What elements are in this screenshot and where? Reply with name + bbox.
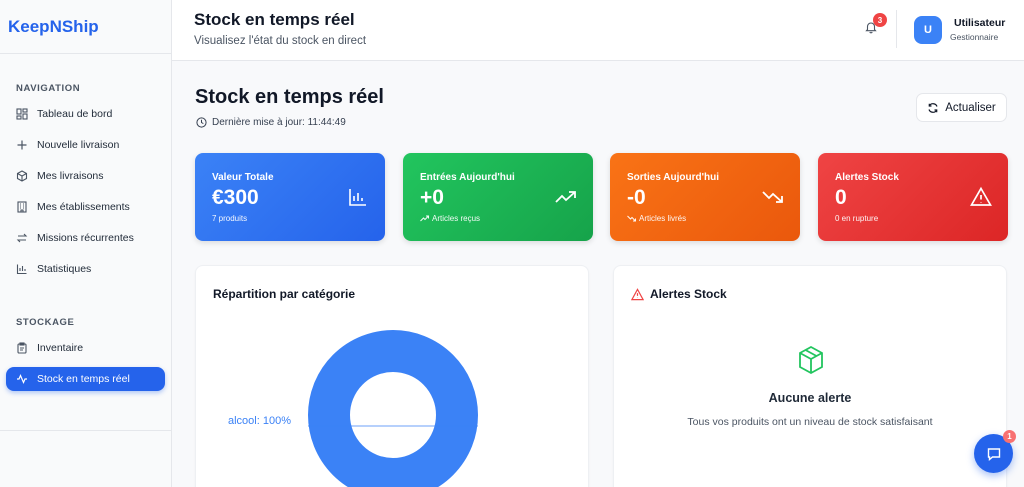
package-icon	[795, 344, 827, 376]
notification-badge: 3	[873, 13, 887, 27]
stat-card-alerts: Alertes Stock 0 0 en rupture	[818, 153, 1008, 241]
refresh-label: Actualiser	[945, 101, 996, 114]
avatar[interactable]: U	[914, 16, 942, 44]
card-sub-text: Articles livrés	[639, 214, 687, 223]
sidebar-item-inventory[interactable]: Inventaire	[6, 336, 165, 360]
trending-up-small-icon	[420, 215, 429, 222]
sidebar-item-dashboard[interactable]: Tableau de bord	[6, 102, 165, 126]
card-sub: 0 en rupture	[835, 214, 879, 223]
building-icon	[16, 201, 28, 213]
card-value: 0	[835, 186, 847, 209]
donut-chart	[308, 330, 478, 487]
sidebar-item-label: Nouvelle livraison	[37, 139, 120, 151]
nav-section-title: NAVIGATION	[16, 83, 81, 94]
chat-badge: 1	[1003, 430, 1016, 443]
pie-slice-alcool[interactable]	[308, 330, 478, 487]
trending-up-icon	[555, 186, 577, 208]
empty-state-subtitle: Tous vos produits ont un niveau de stock…	[687, 416, 933, 428]
header-subtitle: Visualisez l'état du stock en direct	[194, 35, 367, 47]
sidebar-item-recurring-missions[interactable]: Missions récurrentes	[6, 226, 165, 250]
sidebar-item-establishments[interactable]: Mes établissements	[6, 195, 165, 219]
sidebar-item-label: Stock en temps réel	[37, 373, 130, 385]
header-divider	[896, 10, 897, 48]
card-sub: Articles reçus	[420, 214, 480, 223]
card-value: €300	[212, 186, 259, 209]
trending-down-small-icon	[627, 215, 636, 222]
stat-card-total-value: Valeur Totale €300 7 produits	[195, 153, 385, 241]
refresh-button[interactable]: Actualiser	[916, 93, 1007, 122]
repeat-icon	[16, 232, 28, 244]
sidebar-item-label: Missions récurrentes	[37, 232, 134, 244]
chat-icon	[987, 447, 1000, 461]
card-value: -0	[627, 186, 646, 209]
category-distribution-panel: Répartition par catégorie alcool: 100%	[195, 265, 589, 487]
last-update: Dernière mise à jour: 11:44:49	[196, 117, 346, 128]
trending-down-icon	[762, 186, 784, 208]
sidebar: KeepNShip NAVIGATION Tableau de bord Nou…	[0, 0, 172, 487]
card-label: Sorties Aujourd'hui	[627, 172, 720, 183]
sidebar-item-new-delivery[interactable]: Nouvelle livraison	[6, 133, 165, 157]
user-name: Utilisateur	[954, 17, 1006, 29]
card-label: Valeur Totale	[212, 172, 274, 183]
brand-logo[interactable]: KeepNShip	[0, 0, 171, 54]
storage-section-title: STOCKAGE	[16, 317, 75, 328]
empty-state-title: Aucune alerte	[768, 391, 852, 405]
header-title: Stock en temps réel	[194, 10, 355, 29]
card-sub-text: Articles reçus	[432, 214, 481, 223]
panel-title-text: Alertes Stock	[650, 287, 727, 301]
sidebar-divider	[0, 430, 171, 432]
user-role: Gestionnaire	[950, 32, 999, 42]
sidebar-item-statistics[interactable]: Statistiques	[6, 257, 165, 281]
bar-chart-icon	[347, 186, 369, 208]
card-value: +0	[420, 186, 444, 209]
card-label: Entrées Aujourd'hui	[420, 172, 515, 183]
plus-icon	[16, 139, 28, 151]
top-header: Stock en temps réel Visualisez l'état du…	[172, 0, 1024, 61]
sidebar-item-realtime-stock[interactable]: Stock en temps réel	[6, 367, 165, 391]
panel-title: Alertes Stock	[631, 287, 727, 301]
card-sub: Articles livrés	[627, 214, 686, 223]
clock-icon	[196, 117, 207, 128]
stock-alerts-panel: Alertes Stock Aucune alerte Tous vos pro…	[613, 265, 1007, 487]
sidebar-item-label: Inventaire	[37, 342, 84, 354]
card-sub: 7 produits	[212, 214, 248, 223]
alert-triangle-icon	[631, 287, 644, 300]
clipboard-icon	[16, 342, 28, 354]
last-update-text: Dernière mise à jour: 11:44:49	[212, 117, 346, 128]
alert-triangle-icon	[970, 186, 992, 208]
sidebar-item-label: Tableau de bord	[37, 108, 113, 120]
stat-card-entries: Entrées Aujourd'hui +0 Articles reçus	[403, 153, 593, 241]
bar-chart-icon	[16, 263, 28, 275]
dashboard-icon	[16, 108, 28, 120]
activity-icon	[16, 373, 28, 385]
sidebar-item-label: Statistiques	[37, 263, 92, 275]
page-title: Stock en temps réel	[195, 86, 384, 108]
sidebar-item-label: Mes livraisons	[37, 170, 104, 182]
card-label: Alertes Stock	[835, 172, 899, 183]
stat-card-exits: Sorties Aujourd'hui -0 Articles livrés	[610, 153, 800, 241]
sidebar-item-deliveries[interactable]: Mes livraisons	[6, 164, 165, 188]
package-icon	[16, 170, 28, 182]
sidebar-item-label: Mes établissements	[37, 201, 130, 213]
refresh-icon	[928, 102, 938, 113]
panel-title: Répartition par catégorie	[213, 287, 356, 301]
pie-label: alcool: 100%	[228, 415, 291, 427]
